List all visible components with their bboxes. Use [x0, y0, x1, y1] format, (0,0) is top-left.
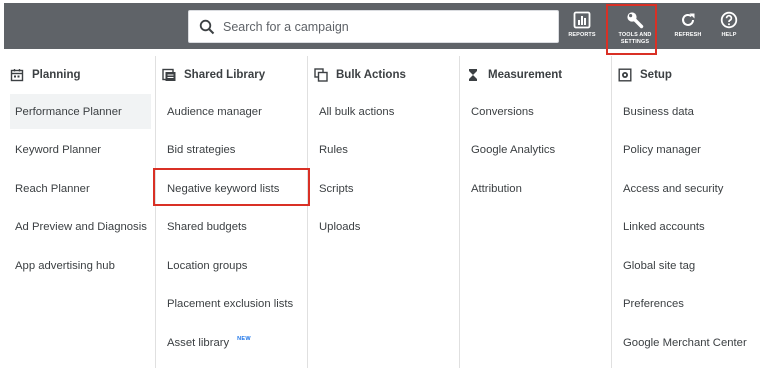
setup-title: Setup — [640, 69, 672, 81]
setup-header: Setup — [618, 67, 672, 83]
search-input[interactable] — [223, 16, 543, 38]
shared-library-column: Shared Library Audience manager Bid stra… — [156, 56, 307, 368]
help-button[interactable]: HELP — [711, 3, 747, 49]
measurement-header: Measurement — [466, 67, 562, 83]
menu-item-shared-budgets[interactable]: Shared budgets — [162, 209, 247, 244]
reports-icon — [573, 11, 591, 29]
refresh-label: REFRESH — [674, 32, 702, 38]
negative-keyword-highlight-box — [153, 168, 310, 206]
bulk-actions-column: Bulk Actions All bulk actions Rules Scri… — [308, 56, 459, 368]
bulk-actions-title: Bulk Actions — [336, 69, 406, 81]
reports-button[interactable]: REPORTS — [564, 3, 600, 49]
search-icon — [199, 19, 215, 35]
menu-item-asset-library[interactable]: Asset library NEW — [162, 325, 251, 360]
help-label: HELP — [721, 32, 737, 38]
menu-item-ad-preview[interactable]: Ad Preview and Diagnosis — [10, 209, 147, 244]
planning-title: Planning — [32, 69, 81, 81]
menu-item-preferences[interactable]: Preferences — [618, 286, 684, 321]
menu-item-performance-planner[interactable]: Performance Planner — [10, 94, 151, 129]
reports-label: REPORTS — [568, 32, 596, 38]
planning-column: Planning Performance Planner Keyword Pla… — [4, 56, 155, 368]
menu-item-uploads[interactable]: Uploads — [314, 209, 360, 244]
new-badge: NEW — [237, 335, 251, 342]
menu-item-rules[interactable]: Rules — [314, 132, 348, 167]
menu-item-linked-accounts[interactable]: Linked accounts — [618, 209, 705, 244]
measurement-title: Measurement — [488, 69, 563, 81]
refresh-icon — [682, 13, 695, 26]
menu-item-access-and-security[interactable]: Access and security — [618, 171, 723, 206]
help-icon — [720, 11, 738, 29]
menu-item-conversions[interactable]: Conversions — [466, 94, 534, 129]
measurement-column: Measurement Conversions Google Analytics… — [460, 56, 611, 368]
calendar-icon — [10, 69, 24, 82]
search-box[interactable] — [188, 10, 559, 43]
library-icon — [162, 68, 176, 81]
menu-item-attribution[interactable]: Attribution — [466, 171, 522, 206]
menu-item-location-groups[interactable]: Location groups — [162, 248, 247, 283]
asset-library-label: Asset library — [167, 336, 230, 349]
menu-item-bid-strategies[interactable]: Bid strategies — [162, 132, 235, 167]
bulk-actions-header: Bulk Actions — [314, 67, 406, 83]
menu-item-placement-exclusion-lists[interactable]: Placement exclusion lists — [162, 286, 293, 321]
tools-highlight-box — [606, 4, 657, 55]
menu-item-google-analytics[interactable]: Google Analytics — [466, 132, 555, 167]
menu-item-reach-planner[interactable]: Reach Planner — [10, 171, 90, 206]
menu-item-business-data[interactable]: Business data — [618, 94, 694, 129]
menu-item-global-site-tag[interactable]: Global site tag — [618, 248, 695, 283]
menu-item-scripts[interactable]: Scripts — [314, 171, 354, 206]
menu-item-all-bulk-actions[interactable]: All bulk actions — [314, 94, 394, 129]
menu-item-app-advertising-hub[interactable]: App advertising hub — [10, 248, 115, 283]
shared-library-title: Shared Library — [184, 69, 266, 81]
menu-item-keyword-planner[interactable]: Keyword Planner — [10, 132, 101, 167]
hourglass-icon — [469, 69, 477, 81]
menu-item-policy-manager[interactable]: Policy manager — [618, 132, 701, 167]
copy-icon — [314, 68, 328, 82]
settings-box-icon — [618, 68, 632, 82]
refresh-button[interactable]: REFRESH — [669, 3, 707, 49]
planning-header: Planning — [10, 67, 81, 83]
menu-item-audience-manager[interactable]: Audience manager — [162, 94, 262, 129]
menu-item-google-merchant-center[interactable]: Google Merchant Center — [618, 325, 747, 360]
setup-column: Setup Business data Policy manager Acces… — [612, 56, 762, 368]
shared-library-header: Shared Library — [162, 67, 265, 83]
